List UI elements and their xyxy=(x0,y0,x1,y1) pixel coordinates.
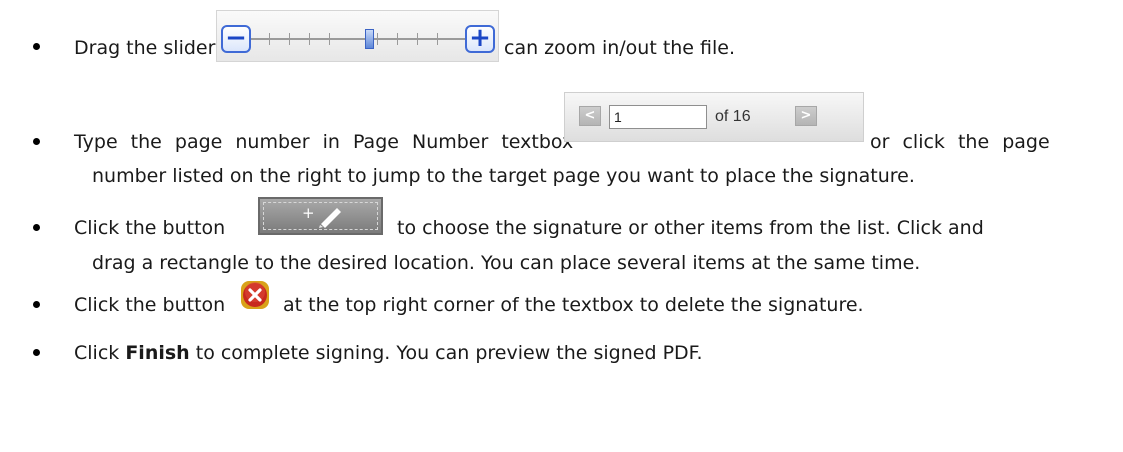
slider-tick xyxy=(437,33,438,45)
slider-thumb[interactable] xyxy=(364,29,374,49)
item-1-text-after: can zoom in/out the file. xyxy=(504,37,736,59)
slider-tick xyxy=(397,33,398,45)
page-count-label: of 16 xyxy=(715,108,751,125)
close-icon[interactable] xyxy=(240,280,270,310)
zoom-out-button[interactable]: − xyxy=(221,25,251,53)
slider-tick xyxy=(289,33,290,45)
bullet xyxy=(33,138,40,145)
page-number-input[interactable]: 1 xyxy=(609,105,707,129)
bullet xyxy=(33,349,40,356)
item-1-text-before: Drag the slider xyxy=(74,37,216,59)
slider-track[interactable] xyxy=(251,38,465,40)
zoom-in-button[interactable]: + xyxy=(465,25,495,53)
item-3-text-before: Click the button xyxy=(74,217,226,239)
item-5-text-after: to complete signing. You can preview the… xyxy=(189,342,703,364)
slider-tick xyxy=(269,33,270,45)
item-2-text-after: or click the page xyxy=(870,131,1050,153)
item-3-text-line2: drag a rectangle to the desired location… xyxy=(92,252,921,274)
item-5-text: Click Finish to complete signing. You ca… xyxy=(74,341,703,365)
add-signature-button[interactable]: + xyxy=(258,197,383,235)
page-navigator: < 1 of 16 > xyxy=(564,92,864,142)
plus-icon: + xyxy=(302,204,315,222)
previous-page-button[interactable]: < xyxy=(579,106,601,126)
bullet xyxy=(33,224,40,231)
zoom-slider[interactable]: − + xyxy=(216,10,499,62)
next-page-button[interactable]: > xyxy=(795,106,817,126)
pencil-icon xyxy=(319,208,341,228)
item-5-text-before: Click xyxy=(74,342,126,364)
bullet xyxy=(33,301,40,308)
slider-tick xyxy=(329,33,330,45)
item-3-text-after: to choose the signature or other items f… xyxy=(397,217,984,239)
finish-keyword: Finish xyxy=(125,342,190,364)
item-2-text-before: Type the page number in Page Number text… xyxy=(74,131,574,153)
slider-tick xyxy=(377,33,378,45)
item-4-text-before: Click the button xyxy=(74,294,226,316)
item-2-text-line2: number listed on the right to jump to th… xyxy=(92,165,915,187)
slider-tick xyxy=(309,33,310,45)
item-4-text-after: at the top right corner of the textbox t… xyxy=(283,294,864,316)
slider-tick xyxy=(417,33,418,45)
bullet xyxy=(33,43,40,50)
